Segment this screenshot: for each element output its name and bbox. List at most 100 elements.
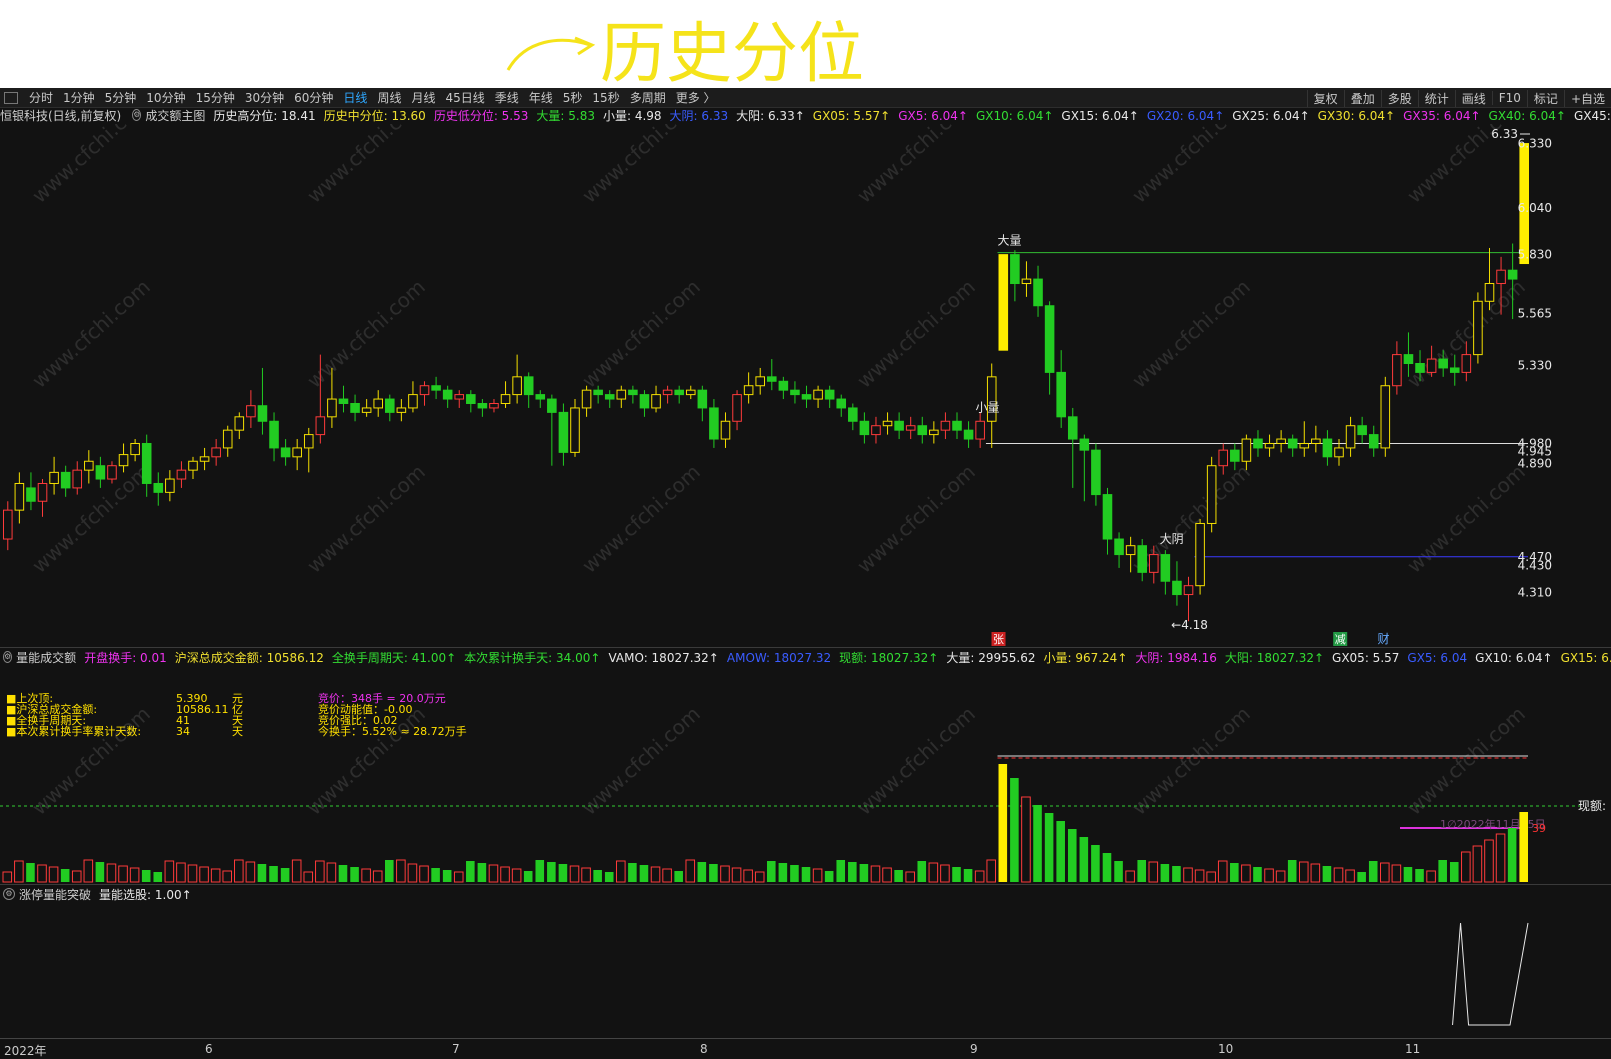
candle-body	[222, 429, 233, 449]
period-tab-15[interactable]: 多周期	[625, 89, 671, 106]
tool-button-6[interactable]: 标记	[1526, 89, 1564, 107]
volume-indicator-name[interactable]: 量能成交额	[16, 649, 76, 666]
period-tab-1[interactable]: 1分钟	[58, 89, 100, 106]
period-tab-13[interactable]: 5秒	[558, 89, 588, 106]
volume-bar	[731, 867, 742, 883]
candle-body	[466, 394, 476, 404]
candle-body	[396, 407, 407, 413]
main-indicator-name[interactable]: 成交额主图	[145, 107, 205, 124]
sidebar-toggle-icon[interactable]	[4, 91, 18, 104]
period-tab-16[interactable]: 更多 〉	[671, 89, 721, 106]
price-axis-label: 4.430	[1518, 559, 1552, 573]
candle-body	[234, 416, 245, 431]
period-tab-6[interactable]: 60分钟	[289, 89, 338, 106]
volume-bar	[535, 860, 545, 882]
candle-body	[60, 471, 71, 489]
volume-bar	[1391, 864, 1402, 883]
candle-body	[477, 402, 488, 409]
candle-body	[1033, 278, 1043, 307]
period-tab-12[interactable]: 年线	[524, 89, 558, 106]
candle-body	[37, 482, 48, 502]
stock-name[interactable]: 恒银科技(日线,前复权)	[0, 107, 121, 124]
period-tab-3[interactable]: 10分钟	[141, 89, 190, 106]
main-items-item: GX25: 6.04↑	[1232, 108, 1310, 123]
vol-items-item: GX10: 6.04↑	[1475, 650, 1553, 665]
candle-body	[755, 376, 766, 387]
tool-button-4[interactable]: 画线	[1454, 89, 1492, 107]
volume-bar	[60, 869, 70, 882]
volume-bar	[500, 866, 510, 883]
watermark-text: www.cfchi.com	[852, 702, 979, 820]
volume-bar	[396, 859, 406, 883]
tool-button-1[interactable]: 叠加	[1343, 89, 1381, 107]
candlestick-chart[interactable]: www.cfchi.com www.cfchi.com www.cfchi.com w…	[0, 124, 1611, 648]
candle-body	[894, 420, 904, 431]
volume-bar-chart[interactable]: www.cfchi.com www.cfchi.com www.cfchi.com w…	[0, 666, 1611, 884]
period-tab-11[interactable]: 季线	[490, 89, 524, 106]
candle-body	[824, 389, 835, 400]
candle-body	[848, 407, 858, 422]
period-tab-4[interactable]: 15分钟	[191, 89, 240, 106]
volume-bar	[361, 868, 371, 883]
period-tab-9[interactable]: 月线	[406, 89, 440, 106]
candle-body	[1160, 554, 1171, 582]
candle-body	[975, 420, 985, 440]
tool-button-3[interactable]: 统计	[1417, 89, 1455, 107]
high-price-label: 6.33	[1491, 127, 1518, 141]
volume-bar	[106, 863, 117, 883]
period-tab-2[interactable]: 5分钟	[100, 89, 142, 106]
price-axis-label: 5.565	[1518, 307, 1552, 321]
period-tab-0[interactable]: 分时	[24, 89, 58, 106]
candle-body	[547, 398, 557, 413]
volume-bar	[940, 864, 950, 883]
main-items-item: GX5: 6.04↑	[898, 108, 968, 123]
period-tab-7[interactable]: 日线	[338, 89, 372, 106]
candle-body	[1380, 385, 1391, 449]
volume-bar	[882, 867, 892, 883]
volume-bar	[1102, 853, 1112, 882]
volume-bar	[1484, 839, 1494, 883]
candle-body	[952, 420, 962, 431]
tool-button-7[interactable]: +自选	[1563, 89, 1611, 107]
candle-body	[651, 394, 661, 409]
vol-items-item: 沪深总成交金额: 10586.12	[174, 650, 324, 665]
volume-bar	[593, 870, 602, 882]
volume-bar	[1033, 805, 1042, 882]
time-axis-label: 6	[205, 1042, 213, 1056]
volume-bar	[604, 872, 614, 882]
time-axis-label: 7	[452, 1042, 460, 1056]
volume-settings-icon[interactable]: ⚙	[3, 651, 13, 663]
watermark-text: www.cfchi.com	[27, 124, 154, 208]
vol-items-item: VAMO: 18027.32↑	[608, 650, 719, 665]
volume-bar	[303, 871, 314, 883]
main-items-item: GX20: 6.04↑	[1146, 108, 1225, 123]
tool-button-0[interactable]: 复权	[1306, 89, 1344, 107]
limit-indicator-name[interactable]: 涨停量能突破	[19, 886, 91, 903]
watermark-text: www.cfchi.com	[577, 275, 704, 393]
period-tab-10[interactable]: 45日线	[440, 89, 489, 106]
volume-bar	[2, 871, 13, 883]
period-tab-8[interactable]: 周线	[372, 89, 406, 106]
period-tab-14[interactable]: 15秒	[587, 89, 624, 106]
candle-body	[292, 447, 302, 458]
limit-settings-icon[interactable]: ⚙	[3, 888, 15, 900]
volume-bar	[1044, 813, 1054, 882]
volume-bar	[743, 869, 753, 883]
tool-button-5[interactable]: F10	[1491, 91, 1527, 105]
tool-button-2[interactable]: 多股	[1380, 89, 1418, 107]
volume-bar	[245, 861, 256, 883]
volume-bar	[650, 866, 661, 883]
limit-up-signal-chart[interactable]	[0, 903, 1611, 1038]
candle-body	[1230, 449, 1240, 462]
candle-body	[431, 385, 441, 391]
volume-bar	[952, 867, 961, 882]
watermark-text: www.cfchi.com	[852, 460, 979, 578]
candle-body	[1044, 305, 1055, 373]
volume-bar	[697, 862, 707, 882]
period-tab-5[interactable]: 30分钟	[240, 89, 289, 106]
candle-body	[1287, 438, 1298, 449]
candle-body	[1473, 300, 1483, 356]
indicator-settings-icon[interactable]: ⚙	[132, 109, 142, 121]
candle-body	[570, 407, 580, 453]
candle-body	[917, 425, 928, 436]
